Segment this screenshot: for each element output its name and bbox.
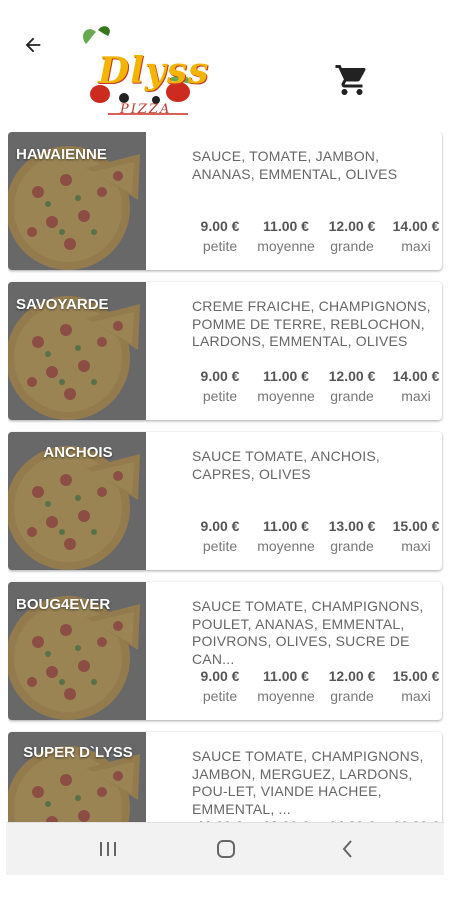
pizza-card[interactable]: BOUG4EVER SAUCE TOMATE, CHAMPIGNONS, POUL… (8, 582, 442, 720)
pizza-list[interactable]: HAWAIENNE SAUCE, TOMATE, JAMBON, ANANAS, … (8, 132, 444, 822)
back-button[interactable] (18, 30, 48, 60)
pizza-description: SAUCE TOMATE, CHAMPIGNONS, JAMBON, MERGU… (192, 748, 424, 817)
size-label: grande (330, 688, 374, 704)
size-label: maxi (401, 388, 431, 404)
logo-text: Dlyss (98, 50, 210, 92)
size-label: maxi (401, 538, 431, 554)
size-label: grande (330, 538, 374, 554)
shopping-cart-icon (335, 65, 366, 95)
size-label: petite (202, 688, 238, 704)
size-label: petite (202, 538, 238, 554)
recents-button[interactable] (88, 833, 128, 865)
app-screen: Dlyss PIZZA HAWAIENNE SAUCE, TOMATE, JAMB… (0, 0, 450, 900)
price-value[interactable]: 11.00 € (254, 218, 318, 234)
size-label: maxi (401, 238, 431, 254)
top-bar: Dlyss PIZZA (0, 0, 450, 125)
size-label: grande (330, 238, 374, 254)
size-label: moyenne (257, 688, 315, 704)
price-value[interactable]: 14.00 € (384, 218, 442, 234)
price-value[interactable]: 12.00 € (320, 218, 384, 234)
size-label: grande (330, 388, 374, 404)
size-label: petite (202, 388, 238, 404)
recent-apps-icon (100, 842, 116, 856)
price-value[interactable]: 9.00 € (188, 218, 252, 234)
price-value[interactable]: 15.00 € (384, 668, 442, 684)
back-chevron-icon (342, 840, 352, 858)
pizza-card[interactable]: HAWAIENNE SAUCE, TOMATE, JAMBON, ANANAS, … (8, 132, 442, 270)
price-options: 9.00 € petite 11.00 € moyenne 12.00 € grande 1… (186, 668, 442, 708)
size-label: moyenne (257, 538, 315, 554)
pizza-name: SUPER D`LYSS (23, 744, 133, 761)
size-label: petite (202, 238, 238, 254)
price-options: 9.00 € petite 11.00 € moyenne 12.00 € grande 1… (186, 218, 442, 258)
price-value[interactable]: 9.00 € (188, 518, 252, 534)
pizza-description: SAUCE TOMATE, CHAMPIGNONS, POULET, ANANA… (192, 598, 424, 667)
price-options: 9.00 € petite 11.00 € moyenne 13.00 € grande 1… (186, 518, 442, 558)
price-value[interactable]: 11.00 € (254, 368, 318, 384)
pizza-name: SAVOYARDE (16, 296, 109, 313)
price-value[interactable]: 15.00 € (384, 518, 442, 534)
system-back-button[interactable] (328, 833, 368, 865)
pizza-card[interactable]: SUPER D`LYSS SAUCE TOMATE, CHAMPIGNONS, J… (8, 732, 442, 822)
pizza-name: HAWAIENNE (16, 146, 107, 163)
price-value[interactable]: 9.00 € (188, 368, 252, 384)
size-label: moyenne (257, 238, 315, 254)
price-value[interactable]: 14.00 € (384, 368, 442, 384)
home-button[interactable] (206, 833, 246, 865)
cart-button[interactable] (334, 62, 370, 98)
logo-subtitle: PIZZA (120, 102, 172, 117)
size-label: moyenne (257, 388, 315, 404)
pizza-card[interactable]: SAVOYARDE CREME FRAICHE, CHAMPIGNONS, POM… (8, 282, 442, 420)
price-value[interactable]: 11.00 € (254, 518, 318, 534)
pizza-name: BOUG4EVER (16, 596, 111, 613)
home-icon (217, 840, 235, 858)
price-options: 9.00 € petite 11.00 € moyenne 12.00 € grande 1… (186, 368, 442, 408)
pizza-card[interactable]: ANCHOIS SAUCE TOMATE, ANCHOIS, CAPRES, OL… (8, 432, 442, 570)
brand-logo: Dlyss PIZZA (68, 22, 208, 122)
price-value[interactable]: 13.00 € (320, 518, 384, 534)
pizza-description: SAUCE TOMATE, ANCHOIS, CAPRES, OLIVES (192, 448, 380, 482)
pizza-name: ANCHOIS (43, 444, 113, 461)
price-value[interactable]: 11.00 € (254, 668, 318, 684)
price-value[interactable]: 12.00 € (320, 368, 384, 384)
price-value[interactable]: 9.00 € (188, 668, 252, 684)
arrow-left-icon (25, 37, 41, 53)
size-label: maxi (401, 688, 431, 704)
pizza-description: CREME FRAICHE, CHAMPIGNONS, POMME DE TER… (192, 298, 431, 349)
pizza-description: SAUCE, TOMATE, JAMBON, ANANAS, EMMENTAL,… (192, 148, 398, 182)
system-nav-bar (6, 822, 444, 875)
price-value[interactable]: 12.00 € (320, 668, 384, 684)
